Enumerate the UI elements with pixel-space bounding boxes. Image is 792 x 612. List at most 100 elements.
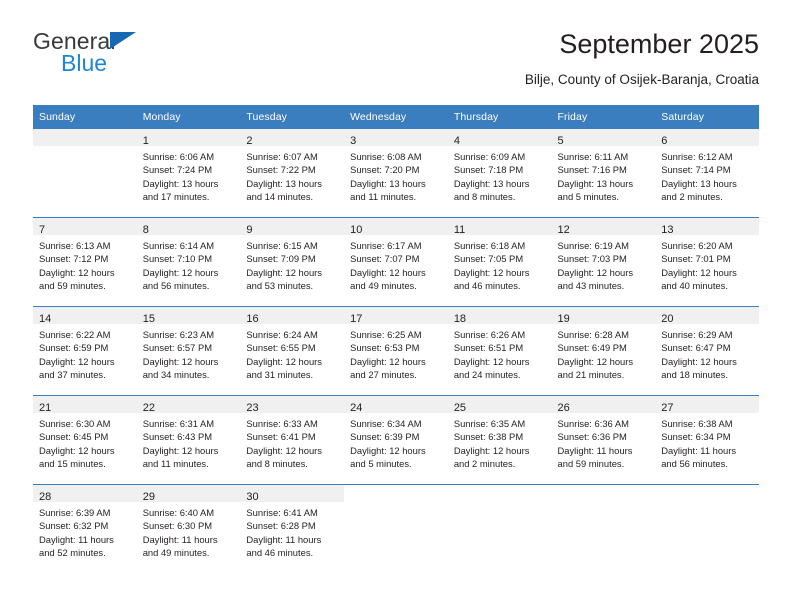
- calendar-week-row: 1 Sunrise: 6:06 AM Sunset: 7:24 PM Daylight…: [33, 128, 759, 218]
- day-info-line: Sunset: 6:51 PM: [453, 342, 524, 354]
- day-cell-content: [344, 485, 448, 573]
- calendar-day-cell[interactable]: 6 Sunrise: 6:12 AM Sunset: 7:14 PM Daylight…: [655, 128, 759, 218]
- day-number-band: 28: [33, 485, 137, 503]
- day-number-band: 17: [344, 307, 448, 325]
- day-sun-info: Sunrise: 6:34 AM Sunset: 6:39 PM Daylight:…: [344, 413, 448, 470]
- day-info-line: Daylight: 12 hours: [350, 444, 426, 456]
- day-number-band: [655, 485, 759, 502]
- calendar-day-cell[interactable]: 23 Sunrise: 6:33 AM Sunset: 6:41 PM Dayligh…: [240, 395, 345, 485]
- day-number-band: 16: [240, 307, 345, 325]
- day-info-line: Sunrise: 6:23 AM: [142, 329, 215, 340]
- day-number: 12: [557, 224, 570, 236]
- day-number: 3: [350, 135, 357, 147]
- day-cell-content: 18 Sunrise: 6:26 AM Sunset: 6:51 PM Dayligh…: [447, 307, 552, 395]
- day-info-line: Daylight: 11 hours: [39, 533, 114, 545]
- day-info-line: Sunrise: 6:06 AM: [142, 151, 215, 162]
- day-info-line: and 53 minutes.: [246, 279, 314, 291]
- day-sun-info: Sunrise: 6:39 AM Sunset: 6:32 PM Daylight:…: [33, 502, 137, 559]
- day-sun-info: Sunrise: 6:13 AM Sunset: 7:12 PM Daylight:…: [33, 235, 137, 292]
- day-info-line: Sunrise: 6:28 AM: [557, 329, 629, 340]
- weekday-header-sunday: Sunday: [33, 105, 137, 129]
- calendar-day-cell[interactable]: 12 Sunrise: 6:19 AM Sunset: 7:03 PM Dayligh…: [551, 217, 656, 307]
- day-sun-info: Sunrise: 6:12 AM Sunset: 7:14 PM Daylight:…: [655, 146, 759, 203]
- day-info-line: Daylight: 12 hours: [453, 444, 530, 456]
- calendar-day-cell[interactable]: 9 Sunrise: 6:15 AM Sunset: 7:09 PM Daylight…: [240, 217, 345, 307]
- day-sun-info: [655, 502, 759, 506]
- calendar-day-cell[interactable]: 29 Sunrise: 6:40 AM Sunset: 6:30 PM Dayligh…: [136, 484, 241, 573]
- day-info-line: and 52 minutes.: [39, 546, 106, 558]
- calendar-day-cell[interactable]: 1 Sunrise: 6:06 AM Sunset: 7:24 PM Daylight…: [136, 128, 241, 218]
- day-info-line: Daylight: 13 hours: [142, 177, 219, 189]
- day-info-line: and 8 minutes.: [246, 457, 308, 469]
- day-cell-content: [33, 129, 137, 217]
- day-sun-info: [552, 502, 656, 506]
- day-sun-info: Sunrise: 6:28 AM Sunset: 6:49 PM Daylight:…: [552, 324, 656, 381]
- day-sun-info: Sunrise: 6:41 AM Sunset: 6:28 PM Daylight:…: [240, 502, 344, 559]
- calendar-day-cell[interactable]: 30 Sunrise: 6:41 AM Sunset: 6:28 PM Dayligh…: [240, 484, 345, 573]
- day-cell-content: 15 Sunrise: 6:23 AM Sunset: 6:57 PM Dayligh…: [136, 307, 241, 395]
- day-number-band: 26: [551, 396, 656, 414]
- day-cell-content: 24 Sunrise: 6:34 AM Sunset: 6:39 PM Dayligh…: [344, 396, 448, 484]
- day-cell-content: 19 Sunrise: 6:28 AM Sunset: 6:49 PM Dayligh…: [551, 307, 656, 395]
- day-number-band: 7: [33, 218, 137, 236]
- location-subtitle: Bilje, County of Osijek-Baranja, Croatia: [524, 72, 759, 87]
- weekday-header-monday: Monday: [136, 105, 241, 129]
- calendar-day-cell[interactable]: 18 Sunrise: 6:26 AM Sunset: 6:51 PM Dayligh…: [447, 306, 552, 396]
- calendar-day-cell[interactable]: 27 Sunrise: 6:38 AM Sunset: 6:34 PM Dayligh…: [655, 395, 759, 485]
- day-info-line: Sunrise: 6:18 AM: [453, 240, 526, 251]
- calendar-empty-cell: [447, 484, 552, 573]
- calendar-day-cell[interactable]: 15 Sunrise: 6:23 AM Sunset: 6:57 PM Dayligh…: [136, 306, 241, 396]
- day-info-line: Sunset: 6:32 PM: [39, 520, 109, 532]
- calendar-day-cell[interactable]: 2 Sunrise: 6:07 AM Sunset: 7:22 PM Daylight…: [240, 128, 345, 218]
- day-info-line: Sunrise: 6:20 AM: [661, 240, 733, 251]
- day-info-line: and 31 minutes.: [246, 368, 314, 380]
- calendar-body: 1 Sunrise: 6:06 AM Sunset: 7:24 PM Daylight…: [33, 128, 759, 573]
- day-info-line: Sunset: 6:43 PM: [142, 431, 213, 443]
- day-number-band: 22: [136, 396, 241, 414]
- calendar-day-cell[interactable]: 14 Sunrise: 6:22 AM Sunset: 6:59 PM Dayligh…: [33, 306, 137, 396]
- day-info-line: Sunset: 6:30 PM: [142, 520, 213, 532]
- day-number: 11: [453, 224, 466, 236]
- calendar-day-cell[interactable]: 4 Sunrise: 6:09 AM Sunset: 7:18 PM Daylight…: [447, 128, 552, 218]
- general-blue-logo[interactable]: General Blue: [33, 28, 273, 88]
- day-info-line: Daylight: 12 hours: [246, 355, 322, 367]
- calendar-day-cell[interactable]: 11 Sunrise: 6:18 AM Sunset: 7:05 PM Dayligh…: [447, 217, 552, 307]
- day-info-line: Sunrise: 6:31 AM: [142, 418, 215, 429]
- day-info-line: Sunset: 6:53 PM: [350, 342, 420, 354]
- day-number: 1: [142, 135, 149, 147]
- month-calendar-table: Sunday Monday Tuesday Wednesday Thursday…: [33, 105, 759, 573]
- calendar-day-cell[interactable]: 20 Sunrise: 6:29 AM Sunset: 6:47 PM Dayligh…: [655, 306, 759, 396]
- calendar-day-cell[interactable]: 24 Sunrise: 6:34 AM Sunset: 6:39 PM Dayligh…: [344, 395, 448, 485]
- calendar-day-cell[interactable]: 19 Sunrise: 6:28 AM Sunset: 6:49 PM Dayligh…: [551, 306, 656, 396]
- calendar-day-cell[interactable]: 8 Sunrise: 6:14 AM Sunset: 7:10 PM Daylight…: [136, 217, 241, 307]
- day-cell-content: 2 Sunrise: 6:07 AM Sunset: 7:22 PM Daylight…: [240, 129, 345, 217]
- calendar-day-cell[interactable]: 21 Sunrise: 6:30 AM Sunset: 6:45 PM Dayligh…: [33, 395, 137, 485]
- day-info-line: and 37 minutes.: [39, 368, 106, 380]
- calendar-day-cell[interactable]: 25 Sunrise: 6:35 AM Sunset: 6:38 PM Dayligh…: [447, 395, 552, 485]
- calendar-day-cell[interactable]: 13 Sunrise: 6:20 AM Sunset: 7:01 PM Dayligh…: [655, 217, 759, 307]
- day-cell-content: 16 Sunrise: 6:24 AM Sunset: 6:55 PM Dayligh…: [240, 307, 345, 395]
- day-cell-content: 6 Sunrise: 6:12 AM Sunset: 7:14 PM Daylight…: [655, 129, 759, 217]
- day-info-line: Sunset: 6:57 PM: [142, 342, 213, 354]
- calendar-day-cell[interactable]: 3 Sunrise: 6:08 AM Sunset: 7:20 PM Daylight…: [344, 128, 448, 218]
- day-number: 9: [246, 224, 253, 236]
- calendar-day-cell[interactable]: 5 Sunrise: 6:11 AM Sunset: 7:16 PM Daylight…: [551, 128, 656, 218]
- day-cell-content: 29 Sunrise: 6:40 AM Sunset: 6:30 PM Dayligh…: [136, 485, 241, 573]
- day-sun-info: Sunrise: 6:07 AM Sunset: 7:22 PM Daylight:…: [240, 146, 344, 203]
- calendar-day-cell[interactable]: 26 Sunrise: 6:36 AM Sunset: 6:36 PM Dayligh…: [551, 395, 656, 485]
- calendar-day-cell[interactable]: 7 Sunrise: 6:13 AM Sunset: 7:12 PM Daylight…: [33, 217, 137, 307]
- calendar-day-cell[interactable]: 22 Sunrise: 6:31 AM Sunset: 6:43 PM Dayligh…: [136, 395, 241, 485]
- day-info-line: Sunset: 6:36 PM: [557, 431, 627, 443]
- calendar-day-cell[interactable]: 17 Sunrise: 6:25 AM Sunset: 6:53 PM Dayligh…: [344, 306, 448, 396]
- day-sun-info: Sunrise: 6:30 AM Sunset: 6:45 PM Daylight:…: [33, 413, 137, 470]
- day-info-line: and 56 minutes.: [661, 457, 728, 469]
- day-info-line: and 5 minutes.: [350, 457, 412, 469]
- day-number-band: 11: [447, 218, 552, 236]
- day-cell-content: 28 Sunrise: 6:39 AM Sunset: 6:32 PM Dayligh…: [33, 485, 137, 573]
- day-number: 5: [557, 135, 564, 147]
- calendar-week-row: 21 Sunrise: 6:30 AM Sunset: 6:45 PM Dayligh…: [33, 395, 759, 485]
- calendar-day-cell[interactable]: 28 Sunrise: 6:39 AM Sunset: 6:32 PM Dayligh…: [33, 484, 137, 573]
- calendar-day-cell[interactable]: 16 Sunrise: 6:24 AM Sunset: 6:55 PM Dayligh…: [240, 306, 345, 396]
- day-info-line: and 59 minutes.: [39, 279, 106, 291]
- calendar-day-cell[interactable]: 10 Sunrise: 6:17 AM Sunset: 7:07 PM Dayligh…: [344, 217, 448, 307]
